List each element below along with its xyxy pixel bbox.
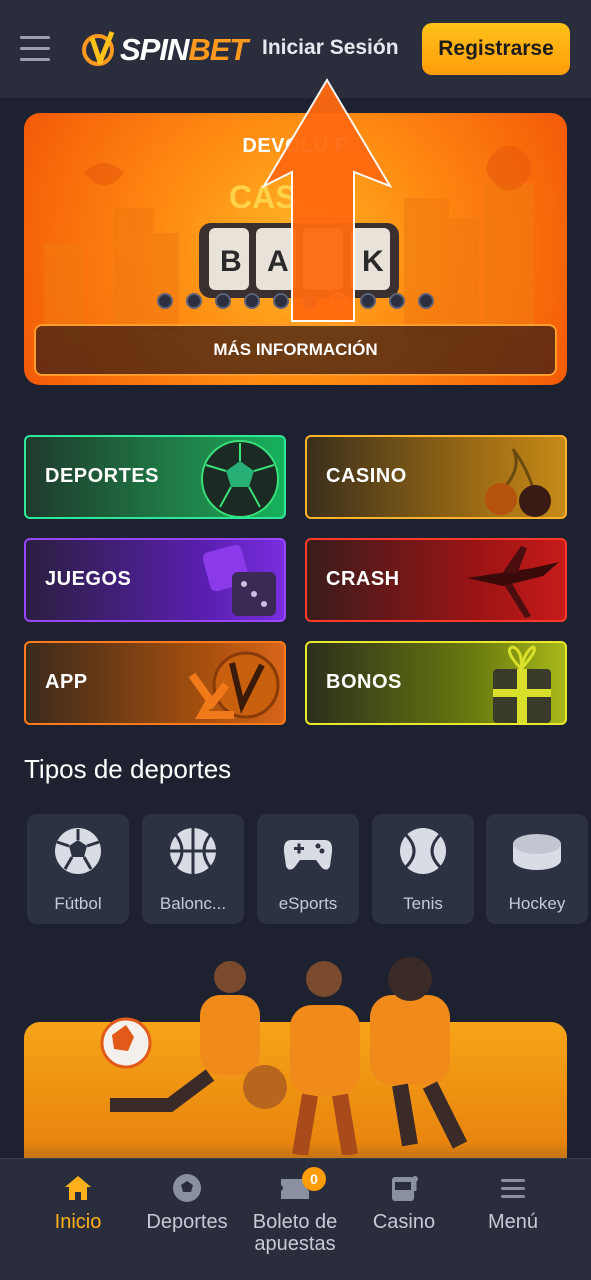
sport-name: Fútbol bbox=[54, 894, 102, 913]
download-app-icon bbox=[188, 651, 280, 719]
nav-item-deportes[interactable]: Deportes bbox=[132, 1173, 242, 1233]
logo-text: SPINBET bbox=[120, 32, 248, 67]
nav-label: Inicio bbox=[54, 1211, 102, 1233]
category-label: BONOS bbox=[326, 671, 402, 693]
carousel-dot[interactable] bbox=[157, 293, 173, 309]
dice-icon bbox=[202, 544, 276, 616]
sport-item-tenis[interactable]: Tenis bbox=[372, 814, 474, 924]
slot-machine-icon bbox=[392, 1176, 418, 1201]
spinbet-logo[interactable]: SPINBET bbox=[82, 26, 248, 74]
category-tile-juegos[interactable]: JUEGOS bbox=[24, 538, 286, 622]
carousel-dot[interactable] bbox=[244, 293, 260, 309]
nav-item-casino[interactable]: Casino bbox=[349, 1173, 459, 1233]
nav-label: Boleto de apuestas bbox=[252, 1211, 338, 1255]
more-info-button[interactable]: MÁS INFORMACIÓN bbox=[34, 324, 557, 376]
sport-name: eSports bbox=[278, 894, 338, 913]
nav-item-inicio[interactable]: Inicio bbox=[23, 1173, 133, 1233]
tennis-ball-icon bbox=[400, 828, 446, 874]
category-label: DEPORTES bbox=[45, 465, 160, 487]
basketball-icon bbox=[170, 828, 216, 874]
sport-name: Hockey bbox=[508, 894, 566, 913]
category-tile-crash[interactable]: CRASH bbox=[305, 538, 567, 622]
hamburger-menu-icon[interactable] bbox=[20, 36, 50, 62]
sport-name: Balonc... bbox=[159, 894, 227, 913]
soccer-ball-icon bbox=[201, 440, 279, 517]
bet-slip-count-badge: 0 bbox=[302, 1167, 326, 1191]
sport-item-esports[interactable]: eSports bbox=[257, 814, 359, 924]
nav-label: Casino bbox=[372, 1211, 436, 1233]
carousel-dot[interactable] bbox=[215, 293, 231, 309]
soccer-ball-icon bbox=[55, 828, 101, 874]
cherries-icon bbox=[485, 448, 551, 517]
soccer-ball-icon bbox=[173, 1174, 201, 1202]
home-icon bbox=[65, 1176, 91, 1200]
nav-item-boleto[interactable]: 0 Boleto de apuestas bbox=[240, 1167, 350, 1255]
sport-name: Tenis bbox=[403, 894, 443, 913]
bottom-navigation: Inicio Deportes 0 Boleto de apuestas Cas… bbox=[0, 1158, 591, 1280]
category-label: APP bbox=[45, 671, 88, 693]
category-label: CRASH bbox=[326, 568, 400, 590]
nav-label: Deportes bbox=[146, 1211, 228, 1233]
category-label: JUEGOS bbox=[45, 568, 132, 590]
sport-item-baloncesto[interactable]: Balonc... bbox=[142, 814, 244, 924]
hockey-puck-icon bbox=[513, 834, 561, 870]
nav-label: Menú bbox=[487, 1211, 539, 1233]
logo-mark-icon bbox=[82, 31, 115, 66]
menu-icon bbox=[501, 1179, 525, 1198]
athletes-illustration bbox=[100, 957, 468, 1155]
airplane-icon bbox=[467, 546, 559, 618]
gift-box-icon bbox=[493, 645, 551, 723]
sport-item-hockey[interactable]: Hockey bbox=[486, 814, 588, 924]
category-tile-bonos[interactable]: BONOS bbox=[305, 641, 567, 725]
gamepad-icon bbox=[283, 840, 333, 870]
category-tile-app[interactable]: APP bbox=[24, 641, 286, 725]
register-button[interactable]: Registrarse bbox=[422, 23, 570, 75]
category-tile-casino[interactable]: CASINO bbox=[305, 435, 567, 519]
sports-section-title: Tipos de deportes bbox=[24, 754, 232, 784]
category-label: CASINO bbox=[326, 465, 407, 487]
category-tile-deportes[interactable]: DEPORTES bbox=[24, 435, 286, 519]
carousel-dot[interactable] bbox=[418, 293, 434, 309]
sport-item-futbol[interactable]: Fútbol bbox=[27, 814, 129, 924]
carousel-dot[interactable] bbox=[186, 293, 202, 309]
nav-item-menu[interactable]: Menú bbox=[458, 1173, 568, 1233]
login-link[interactable]: Iniciar Sesión bbox=[262, 36, 399, 60]
up-arrow-icon bbox=[262, 78, 392, 322]
svg-text:B: B bbox=[220, 245, 242, 278]
